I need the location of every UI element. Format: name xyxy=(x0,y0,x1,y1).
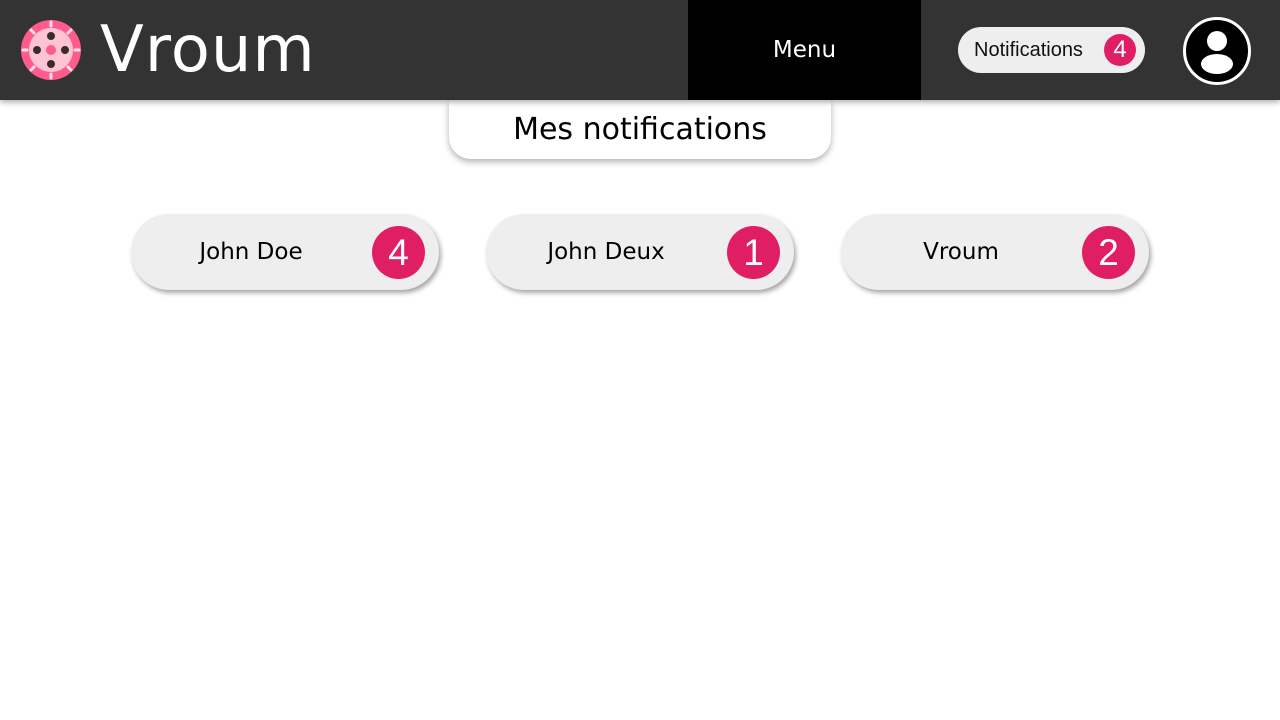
unread-count-badge: 2 xyxy=(1082,226,1135,279)
page-title: Mes notifications xyxy=(449,100,831,159)
menu-button[interactable]: Menu xyxy=(688,0,921,100)
conversation-name: John Doe xyxy=(199,239,303,265)
user-avatar-button[interactable] xyxy=(1183,17,1251,85)
conversation-item[interactable]: Vroum 2 xyxy=(841,214,1149,290)
unread-count-badge: 1 xyxy=(727,226,780,279)
notifications-count-badge: 4 xyxy=(1104,34,1136,66)
top-navigation-bar: Vroum Menu Notifications 4 xyxy=(0,0,1280,100)
conversation-name: John Deux xyxy=(547,239,665,265)
notifications-label: Notifications xyxy=(974,39,1083,61)
steering-wheel-icon[interactable] xyxy=(20,19,82,81)
conversation-name: Vroum xyxy=(923,239,999,265)
conversation-item[interactable]: John Deux 1 xyxy=(486,214,794,290)
conversation-item[interactable]: John Doe 4 xyxy=(131,214,439,290)
brand-name[interactable]: Vroum xyxy=(100,12,316,88)
notifications-button[interactable]: Notifications 4 xyxy=(958,27,1145,73)
unread-count-badge: 4 xyxy=(372,226,425,279)
user-icon xyxy=(1201,31,1233,74)
